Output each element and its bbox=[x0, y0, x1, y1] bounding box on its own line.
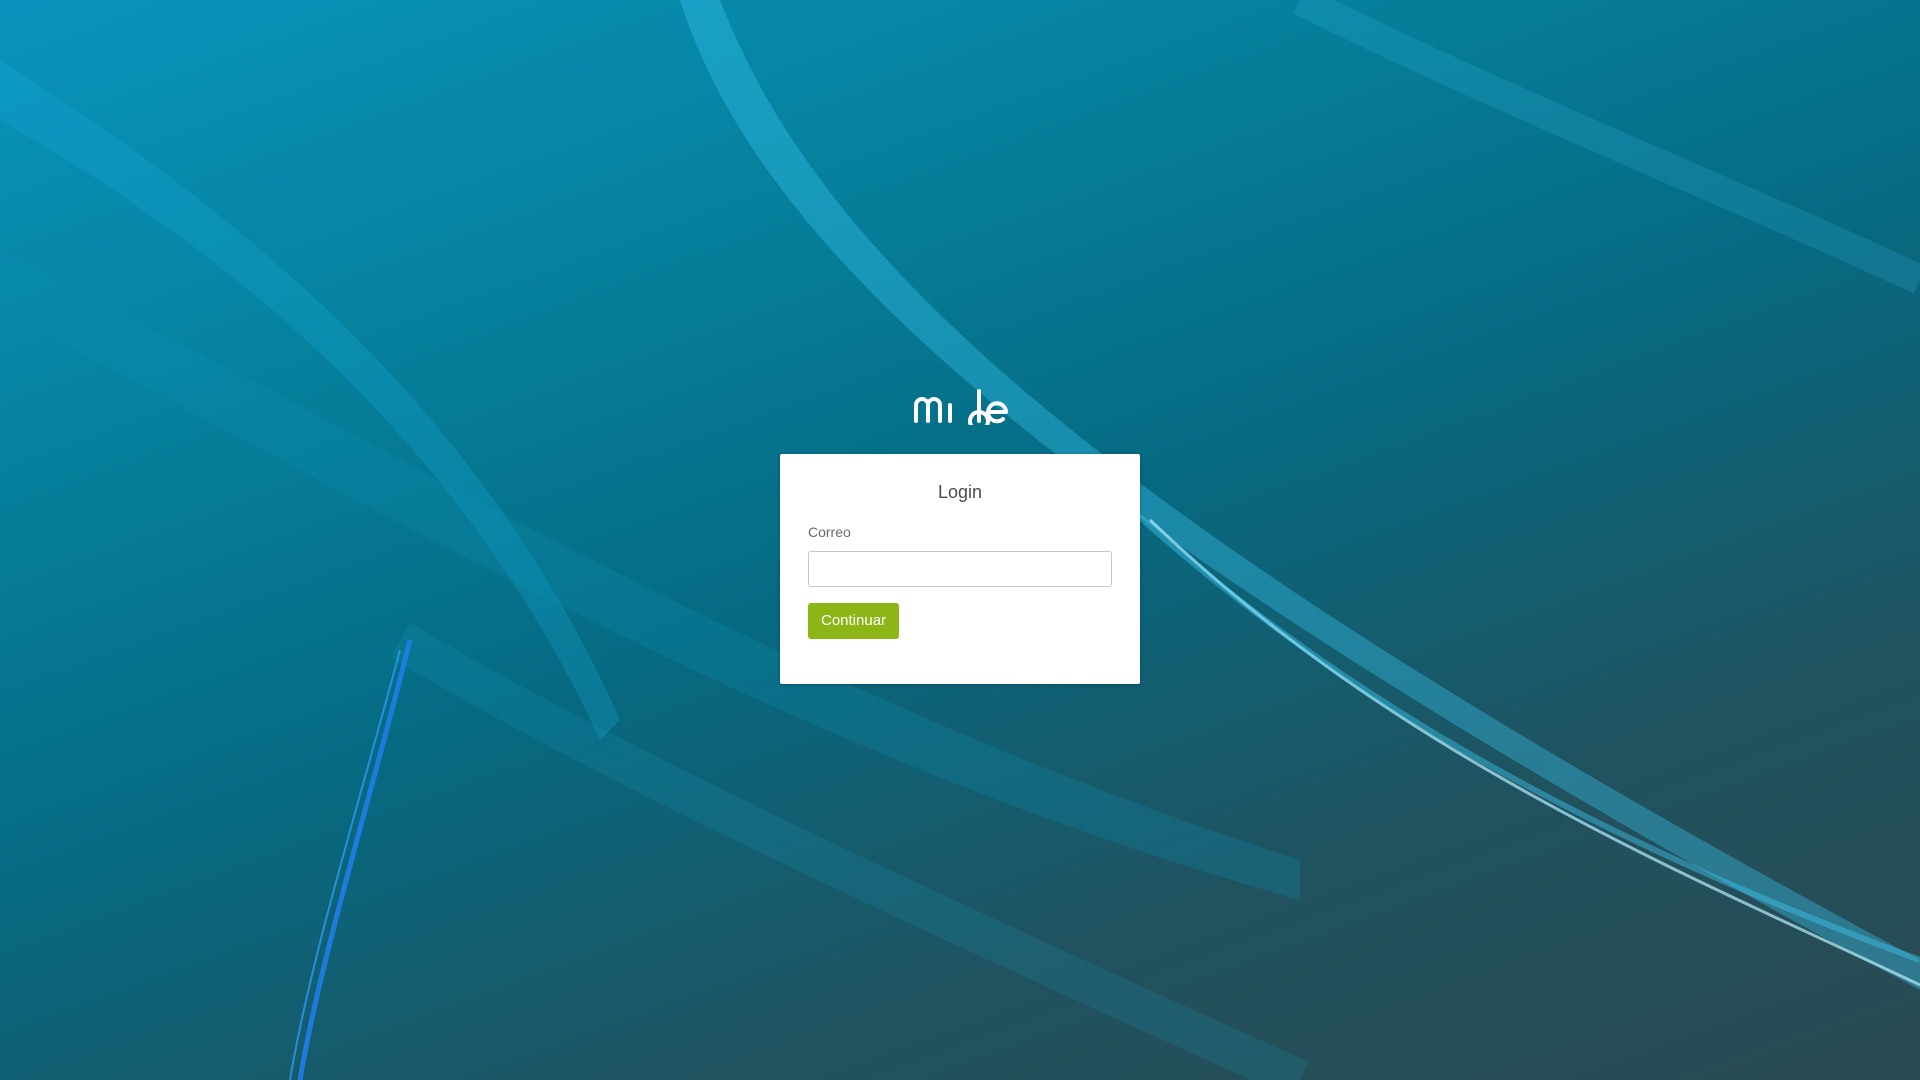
continue-button[interactable]: Continuar bbox=[808, 603, 900, 639]
email-field[interactable] bbox=[808, 551, 1112, 587]
email-label: Correo bbox=[808, 524, 851, 540]
login-title: Login bbox=[937, 482, 983, 502]
login-card: Login Correo Continuar bbox=[780, 454, 1140, 684]
mide-logo bbox=[914, 389, 1008, 425]
